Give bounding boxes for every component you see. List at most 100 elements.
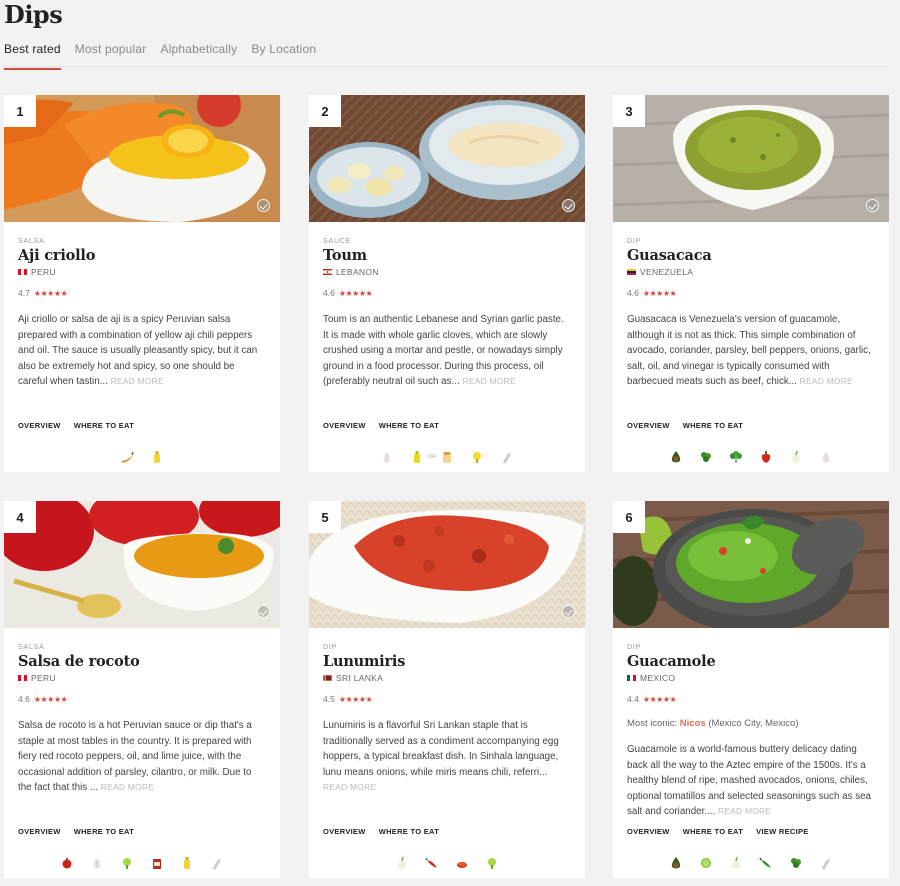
country-name: VENEZUELA (640, 267, 694, 277)
avocado-icon[interactable] (669, 450, 683, 464)
bell-pepper-icon[interactable] (759, 450, 773, 464)
where-to-eat-link[interactable]: WHERE TO EAT (683, 421, 743, 430)
chile-icon[interactable] (759, 856, 773, 870)
coriander-icon[interactable] (789, 856, 803, 870)
ingredients-list (613, 450, 889, 464)
dish-image[interactable]: 6 (613, 501, 889, 628)
oil-icon[interactable] (150, 450, 164, 464)
aji-pepper-icon[interactable] (120, 450, 134, 464)
dish-category: DIP (323, 644, 338, 651)
where-to-eat-link[interactable]: WHERE TO EAT (74, 827, 134, 836)
dish-category: SAUCE (323, 238, 352, 245)
parsley-icon[interactable] (729, 450, 743, 464)
ingredients-list: OR (309, 450, 585, 464)
onion-icon[interactable] (789, 450, 803, 464)
overview-link[interactable]: OVERVIEW (627, 827, 670, 836)
checkmark-icon[interactable] (562, 199, 575, 212)
salt-icon[interactable] (210, 856, 224, 870)
salt-icon[interactable] (819, 856, 833, 870)
star-rating-icon: ★★★★★ (33, 694, 68, 704)
garlic-icon[interactable] (90, 856, 104, 870)
ingredients-list (4, 856, 280, 870)
dish-card: 5 DIP Lunumiris SRI LANKA 4.5 ★★★★★ Lunu… (309, 501, 585, 878)
venezuela-flag-icon (627, 269, 636, 275)
rating: 4.6 ★★★★★ (18, 694, 266, 704)
dish-image[interactable]: 5 (309, 501, 585, 628)
onion-icon[interactable] (729, 856, 743, 870)
coriander-icon[interactable] (699, 450, 713, 464)
checkmark-icon[interactable] (257, 605, 270, 618)
dish-origin[interactable]: PERU (18, 267, 266, 277)
read-more-link[interactable]: READ MORE (800, 376, 853, 386)
dish-origin[interactable]: VENEZUELA (627, 267, 875, 277)
overview-link[interactable]: OVERVIEW (627, 421, 670, 430)
where-to-eat-link[interactable]: WHERE TO EAT (379, 421, 439, 430)
dish-category: DIP (627, 644, 642, 651)
where-to-eat-link[interactable]: WHERE TO EAT (74, 421, 134, 430)
star-rating-icon: ★★★★★ (642, 288, 677, 298)
where-to-eat-link[interactable]: WHERE TO EAT (683, 827, 743, 836)
checkmark-icon[interactable] (257, 199, 270, 212)
overview-link[interactable]: OVERVIEW (18, 827, 61, 836)
checkmark-icon[interactable] (562, 605, 575, 618)
sri-lanka-flag-icon (323, 675, 332, 681)
overview-link[interactable]: OVERVIEW (323, 827, 366, 836)
rank-badge: 6 (613, 501, 645, 533)
read-more-link[interactable]: READ MORE (462, 376, 515, 386)
onion-icon[interactable] (395, 856, 409, 870)
oil-icon[interactable] (180, 856, 194, 870)
dish-image[interactable]: 2 (309, 95, 585, 222)
dish-origin[interactable]: PERU (18, 673, 266, 683)
star-rating-icon: ★★★★★ (338, 288, 373, 298)
salt-icon[interactable] (500, 450, 514, 464)
country-name: PERU (31, 673, 56, 683)
lime-icon[interactable] (699, 856, 713, 870)
dish-image[interactable]: 3 (613, 95, 889, 222)
oil-icon[interactable] (410, 450, 424, 464)
tomato-paste-icon[interactable] (150, 856, 164, 870)
chili-flakes-icon[interactable] (455, 856, 469, 870)
dish-name[interactable]: Guasacaca (627, 247, 875, 264)
lemon-juice-icon[interactable] (470, 450, 484, 464)
aji-criollo-photo (4, 95, 280, 222)
dish-origin[interactable]: SRI LANKA (323, 673, 571, 683)
dish-origin[interactable]: LEBANON (323, 267, 571, 277)
checkmark-icon[interactable] (866, 199, 879, 212)
rank-badge: 4 (4, 501, 36, 533)
overview-link[interactable]: OVERVIEW (323, 421, 366, 430)
read-more-link[interactable]: READ MORE (323, 782, 376, 792)
most-iconic-location: (Mexico City, Mexico) (708, 718, 799, 729)
dish-name[interactable]: Lunumiris (323, 653, 571, 670)
lime-juice-icon[interactable] (485, 856, 499, 870)
chili-icon[interactable] (425, 856, 439, 870)
dish-name[interactable]: Salsa de rocoto (18, 653, 266, 670)
garlic-icon[interactable] (380, 450, 394, 464)
most-iconic-place-link[interactable]: Nicos (680, 718, 706, 729)
rocoto-pepper-icon[interactable] (60, 856, 74, 870)
mayonnaise-icon[interactable] (440, 450, 454, 464)
read-more-link[interactable]: READ MORE (101, 782, 154, 792)
mexico-flag-icon (627, 675, 636, 681)
dish-image[interactable]: 1 (4, 95, 280, 222)
dish-description: Salsa de rocoto is a hot Peruvian sauce … (18, 720, 252, 794)
dish-category: DIP (627, 238, 642, 245)
read-more-link[interactable]: READ MORE (111, 376, 164, 386)
dish-name[interactable]: Aji criollo (18, 247, 266, 264)
view-recipe-link[interactable]: VIEW RECIPE (756, 827, 808, 836)
ingredients-list (4, 450, 280, 464)
garlic-icon[interactable] (819, 450, 833, 464)
avocado-icon[interactable] (669, 856, 683, 870)
dish-name[interactable]: Guacamole (627, 653, 875, 670)
dish-image[interactable]: 4 (4, 501, 280, 628)
or-separator: OR (427, 454, 437, 460)
overview-link[interactable]: OVERVIEW (18, 421, 61, 430)
lunumiris-photo (309, 501, 585, 628)
read-more-link[interactable]: READ MORE (718, 806, 771, 816)
rating-value: 4.6 (18, 694, 30, 704)
where-to-eat-link[interactable]: WHERE TO EAT (379, 827, 439, 836)
ingredients-list (309, 856, 585, 870)
lime-juice-icon[interactable] (120, 856, 134, 870)
dish-name[interactable]: Toum (323, 247, 571, 264)
dish-card: 4 SALSA Salsa de rocoto PERU 4.6 ★★★★★ S… (4, 501, 280, 878)
dish-origin[interactable]: MEXICO (627, 673, 875, 683)
